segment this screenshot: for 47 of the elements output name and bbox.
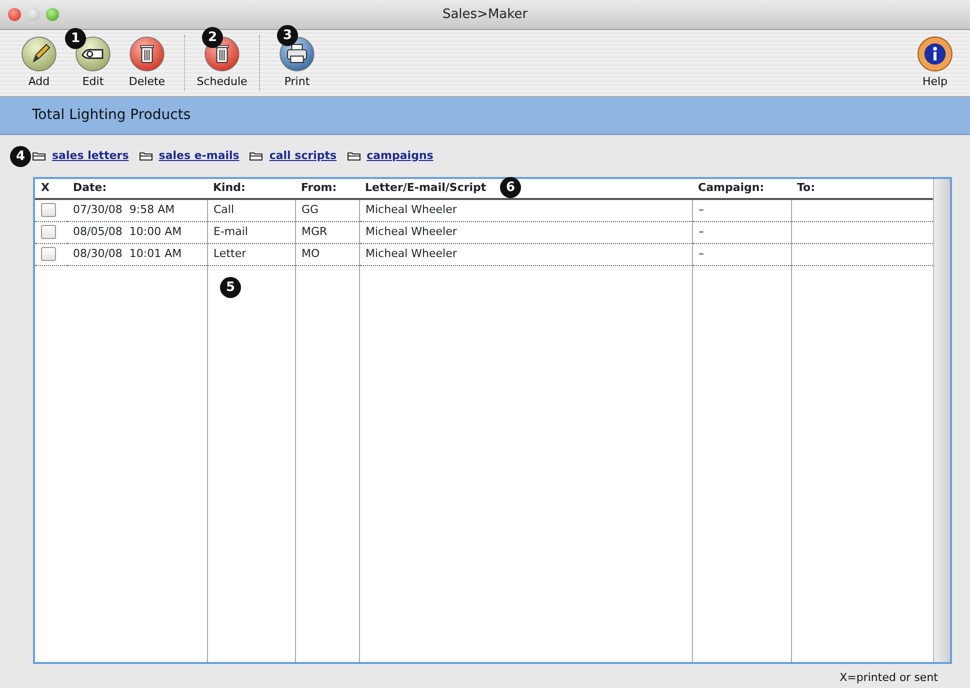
- table-cell: Micheal Wheeler: [366, 203, 457, 216]
- table-cell: GG: [302, 203, 319, 216]
- close-button[interactable]: [8, 8, 21, 21]
- table-cell: Micheal Wheeler: [366, 224, 457, 238]
- minimize-button[interactable]: [27, 8, 40, 21]
- folder-link[interactable]: campaigns: [366, 148, 434, 164]
- folder-icon: [32, 151, 46, 161]
- table-cell: 07/30/08 9:58 AM: [73, 203, 175, 216]
- pencil-icon: [21, 36, 57, 72]
- toolbar-button[interactable]: Add: [12, 36, 66, 90]
- table-cell: 08/05/08 10:00 AM: [73, 224, 182, 238]
- table-cell: –: [698, 224, 704, 238]
- record-title: Total Lighting Products: [32, 106, 191, 125]
- checkbox[interactable]: [41, 225, 56, 239]
- help-button[interactable]: Help: [908, 36, 962, 90]
- zoom-button[interactable]: [46, 8, 59, 21]
- column-header: Letter/E-mail/Script: [365, 181, 486, 194]
- folder-link[interactable]: sales e-mails: [158, 148, 240, 164]
- column-header: Campaign:: [698, 181, 764, 194]
- table-cell: –: [698, 246, 704, 260]
- window-title: Sales>Maker: [442, 6, 528, 24]
- table-cell: –: [698, 203, 704, 216]
- folder-link[interactable]: call scripts: [269, 148, 337, 164]
- scrollbar[interactable]: [933, 179, 950, 662]
- column-header: To:: [797, 181, 815, 194]
- table-cell: E-mail: [214, 224, 248, 238]
- folder-link[interactable]: sales letters: [52, 148, 129, 164]
- column-header: Kind:: [213, 181, 246, 194]
- table-cell: MGR: [302, 224, 328, 238]
- checkbox[interactable]: [41, 247, 56, 261]
- info-icon: [917, 36, 953, 72]
- folder-icon: [346, 151, 361, 161]
- table-cell: Call: [214, 203, 234, 216]
- column-header: From:: [301, 181, 337, 194]
- column-header: X: [41, 181, 50, 194]
- checkbox[interactable]: [41, 203, 56, 218]
- toolbar-button[interactable]: Delete: [120, 36, 174, 90]
- table-cell: Micheal Wheeler: [366, 246, 457, 260]
- table-cell: Letter: [214, 246, 246, 260]
- legend-text: X=printed or sent: [840, 671, 938, 684]
- table-cell: 08/30/08 10:01 AM: [73, 246, 182, 260]
- callout-number: 4: [10, 146, 31, 167]
- table-cell: MO: [302, 246, 320, 260]
- column-header: Date:: [73, 181, 107, 194]
- trash-icon: [129, 36, 165, 72]
- folder-icon: [249, 151, 264, 161]
- folder-icon: [138, 151, 153, 161]
